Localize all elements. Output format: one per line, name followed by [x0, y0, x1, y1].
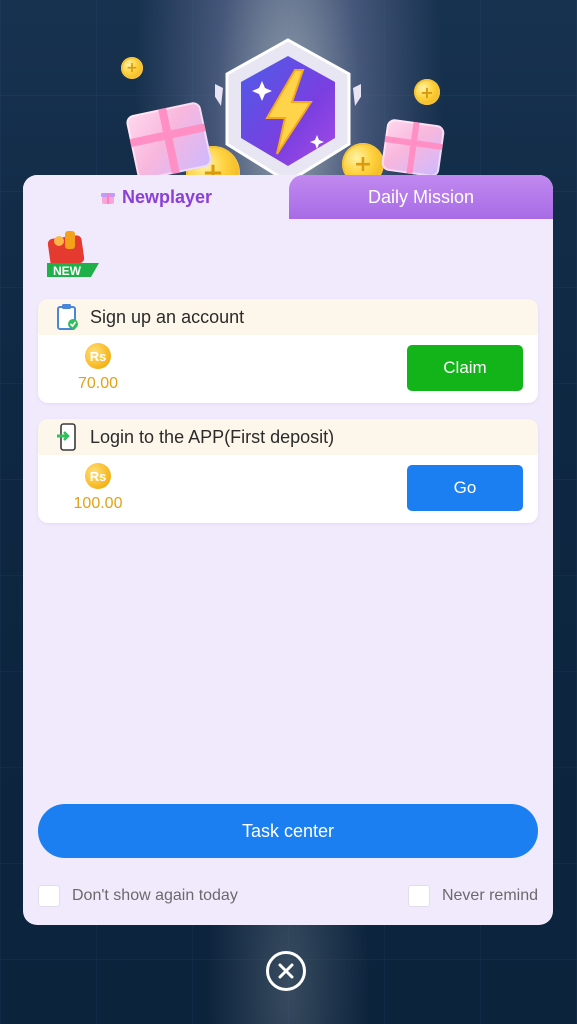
reward-amount: 100.00	[73, 495, 123, 512]
task-header: Login to the APP(First deposit)	[38, 419, 538, 455]
clipboard-check-icon	[57, 304, 78, 330]
close-button[interactable]	[266, 951, 306, 991]
tab-daily-mission[interactable]: Daily Mission	[289, 175, 553, 219]
tab-bar: Daily Mission Newplayer	[23, 175, 553, 219]
header-decoration	[0, 0, 577, 200]
gift-box-icon	[380, 118, 446, 178]
tab-newplayer[interactable]: Newplayer	[23, 175, 289, 219]
phone-login-icon	[57, 423, 76, 451]
go-button[interactable]: Go	[407, 465, 523, 511]
dont-show-checkbox[interactable]	[38, 885, 60, 907]
reward: Rs 100.00	[68, 463, 128, 513]
tab-daily-mission-label: Daily Mission	[367, 186, 475, 207]
reward-amount: 70.00	[77, 375, 119, 392]
new-badge-label: NEW	[53, 264, 82, 278]
reward: Rs 70.00	[68, 343, 128, 393]
lightning-shield-icon	[215, 38, 361, 184]
task-card-signup: Sign up an account Rs 70.00 Claim	[38, 299, 538, 403]
close-icon	[278, 963, 294, 979]
task-title: Login to the APP(First deposit)	[90, 426, 335, 447]
gift-icon	[100, 193, 115, 204]
coin-icon	[121, 57, 143, 79]
claim-button[interactable]: Claim	[407, 345, 523, 391]
dont-show-today-option[interactable]: Don't show again today	[38, 885, 238, 907]
task-header: Sign up an account	[38, 299, 538, 335]
never-remind-label: Never remind	[441, 887, 538, 904]
new-badge-icon: NEW	[47, 231, 99, 278]
never-remind-option[interactable]: Never remind	[407, 885, 538, 907]
coin-icon	[414, 79, 440, 105]
rupee-coin-icon: Rs	[85, 343, 111, 369]
task-center-button[interactable]: Task center	[38, 804, 538, 858]
task-dialog: Daily Mission Newplayer NEW Sign up an a…	[23, 175, 553, 925]
task-title: Sign up an account	[90, 306, 245, 327]
tab-newplayer-label: Newplayer	[121, 186, 213, 207]
task-card-login: Login to the APP(First deposit) Rs 100.0…	[38, 419, 538, 523]
never-remind-checkbox[interactable]	[407, 885, 430, 907]
dont-show-label: Don't show again today	[72, 887, 238, 904]
rupee-coin-icon: Rs	[85, 463, 111, 489]
